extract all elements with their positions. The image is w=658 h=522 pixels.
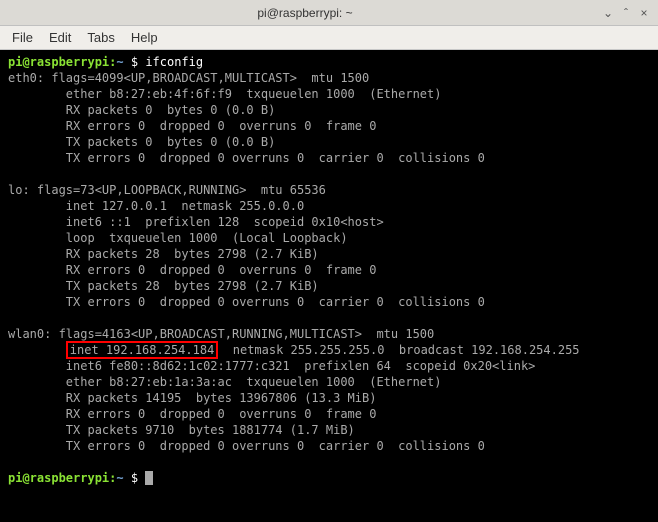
prompt-path: ~ (116, 55, 123, 69)
menu-help[interactable]: Help (131, 30, 158, 45)
wlan0-tx-packets: TX packets 9710 bytes 1881774 (1.7 MiB) (8, 422, 650, 438)
eth0-rx-errors: RX errors 0 dropped 0 overruns 0 frame 0 (8, 118, 650, 134)
eth0-rx-packets: RX packets 0 bytes 0 (0.0 B) (8, 102, 650, 118)
menu-edit[interactable]: Edit (49, 30, 71, 45)
eth0-tx-packets: TX packets 0 bytes 0 (0.0 B) (8, 134, 650, 150)
prompt-user: pi@raspberrypi (8, 471, 109, 485)
wlan0-tx-errors: TX errors 0 dropped 0 overruns 0 carrier… (8, 438, 650, 454)
lo-inet: inet 127.0.0.1 netmask 255.0.0.0 (8, 198, 650, 214)
lo-rx-errors: RX errors 0 dropped 0 overruns 0 frame 0 (8, 262, 650, 278)
wlan0-header: wlan0: flags=4163<UP,BROADCAST,RUNNING,M… (8, 326, 650, 342)
lo-loop: loop txqueuelen 1000 (Local Loopback) (8, 230, 650, 246)
blank-line (8, 454, 650, 470)
cursor-icon (145, 471, 153, 485)
menu-tabs[interactable]: Tabs (87, 30, 114, 45)
window-title: pi@raspberrypi: ~ (8, 6, 602, 20)
wlan0-inet-rest: netmask 255.255.255.0 broadcast 192.168.… (218, 343, 579, 357)
lo-header: lo: flags=73<UP,LOOPBACK,RUNNING> mtu 65… (8, 182, 650, 198)
prompt-line-empty: pi@raspberrypi:~ $ (8, 470, 650, 486)
terminal[interactable]: pi@raspberrypi:~ $ ifconfig eth0: flags=… (0, 50, 658, 522)
prompt-path: ~ (116, 471, 123, 485)
ip-address-highlight: inet 192.168.254.184 (66, 341, 219, 359)
window-controls: ⌄ ˆ × (602, 7, 650, 19)
menu-file[interactable]: File (12, 30, 33, 45)
wlan0-rx-errors: RX errors 0 dropped 0 overruns 0 frame 0 (8, 406, 650, 422)
minimize-icon[interactable]: ⌄ (602, 7, 614, 19)
eth0-ether: ether b8:27:eb:4f:6f:f9 txqueuelen 1000 … (8, 86, 650, 102)
lo-tx-packets: TX packets 28 bytes 2798 (2.7 KiB) (8, 278, 650, 294)
wlan0-ether: ether b8:27:eb:1a:3a:ac txqueuelen 1000 … (8, 374, 650, 390)
prompt-dollar: $ (124, 471, 146, 485)
maximize-icon[interactable]: ˆ (620, 7, 632, 19)
prompt-dollar: $ (124, 55, 146, 69)
command-text: ifconfig (145, 55, 203, 69)
prompt-line: pi@raspberrypi:~ $ ifconfig (8, 54, 650, 70)
lo-tx-errors: TX errors 0 dropped 0 overruns 0 carrier… (8, 294, 650, 310)
lo-rx-packets: RX packets 28 bytes 2798 (2.7 KiB) (8, 246, 650, 262)
blank-line (8, 166, 650, 182)
wlan0-inet-line: inet 192.168.254.184 netmask 255.255.255… (8, 342, 650, 358)
wlan0-rx-packets: RX packets 14195 bytes 13967806 (13.3 Mi… (8, 390, 650, 406)
title-bar: pi@raspberrypi: ~ ⌄ ˆ × (0, 0, 658, 26)
eth0-header: eth0: flags=4099<UP,BROADCAST,MULTICAST>… (8, 70, 650, 86)
wlan0-inet-indent (8, 343, 66, 357)
close-icon[interactable]: × (638, 7, 650, 19)
wlan0-inet6: inet6 fe80::8d62:1c02:1777:c321 prefixle… (8, 358, 650, 374)
prompt-user: pi@raspberrypi (8, 55, 109, 69)
eth0-tx-errors: TX errors 0 dropped 0 overruns 0 carrier… (8, 150, 650, 166)
blank-line (8, 310, 650, 326)
lo-inet6: inet6 ::1 prefixlen 128 scopeid 0x10<hos… (8, 214, 650, 230)
menu-bar: File Edit Tabs Help (0, 26, 658, 50)
